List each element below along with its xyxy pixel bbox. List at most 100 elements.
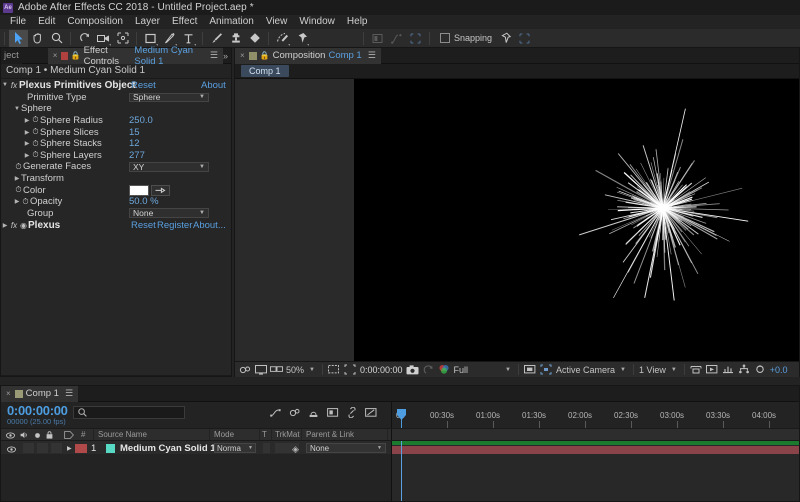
chevron-down-icon[interactable]: ▼ [309,367,315,373]
layer-lock-toggle[interactable] [51,443,62,453]
comp-mini-flowchart-icon[interactable] [326,406,339,419]
column-header-index[interactable]: # [81,430,85,439]
effect-header-plexus[interactable]: ▶ fx ◉ Plexus Reset Register About... [1,219,231,232]
roto-brush-tool[interactable] [273,30,292,47]
selection-tool[interactable] [9,29,28,47]
brush-tool[interactable] [207,30,226,47]
stopwatch-icon[interactable]: ⏱ [31,139,40,149]
resolution-value[interactable]: Full [454,365,469,375]
property-sphere-layers[interactable]: ▶ ⏱ Sphere Layers 277 [1,149,231,161]
snap-grid-icon[interactable] [515,30,534,47]
fast-previews-icon[interactable] [706,363,719,376]
stopwatch-icon[interactable]: ⏱ [31,150,40,160]
tab-timeline-comp1[interactable]: × Comp 1 ☰ [1,385,79,402]
tab-composition[interactable]: × 🔒 Composition Comp 1 ☰ [235,47,381,64]
timeline-search-field[interactable] [73,406,185,419]
menu-window[interactable]: Window [293,15,341,29]
twirl-right-icon[interactable]: ▶ [23,140,31,147]
property-value[interactable]: 50.0 % [129,196,159,207]
snapping-toggle[interactable]: Snapping [440,33,492,43]
zoom-level-value[interactable]: 50% [286,365,304,375]
property-sphere-radius[interactable]: ▶ ⏱ Sphere Radius 250.0 [1,115,231,127]
menu-view[interactable]: View [260,15,294,29]
link-icon[interactable] [345,406,358,419]
menu-help[interactable]: Help [341,15,374,29]
close-icon[interactable]: × [6,389,11,398]
property-group-select[interactable]: Group None ▼ [1,207,231,219]
menu-file[interactable]: File [4,15,32,29]
column-header-mode[interactable]: Mode [214,430,234,439]
layer-mode-select[interactable]: Norma ▼ [214,443,256,453]
grid-guides-icon[interactable] [328,363,341,376]
motion-blur-switch-icon[interactable] [288,406,301,419]
hide-shy-layers-icon[interactable] [364,406,377,419]
composition-canvas[interactable] [354,79,799,361]
main-view-icon[interactable] [254,363,267,376]
anchor-grid-icon[interactable] [406,30,425,47]
property-sphere-slices[interactable]: ▶ ⏱ Sphere Slices 15 [1,126,231,138]
close-icon[interactable]: × [240,51,245,60]
twirl-right-icon[interactable]: ▶ [13,198,21,205]
column-header-parent-link[interactable]: Parent & Link [306,430,354,439]
stopwatch-icon[interactable]: ⏱ [31,115,40,125]
snap-point-icon[interactable] [496,30,515,47]
lock-icon[interactable]: 🔒 [260,51,270,60]
close-icon[interactable]: × [53,51,58,60]
3d-view-popup-icon[interactable] [540,363,553,376]
panel-menu-icon[interactable]: ☰ [210,50,218,61]
eyedropper-icon[interactable] [151,184,170,196]
plexus-register-link[interactable]: Register [157,220,192,231]
column-header-trkmat[interactable]: TrkMat [275,430,300,439]
graph-editor-icon[interactable] [269,406,282,419]
menu-layer[interactable]: Layer [129,15,166,29]
chevron-down-icon[interactable]: ▼ [671,367,677,373]
twirl-down-icon[interactable]: ▼ [13,106,21,112]
property-group-transform[interactable]: ▶ Transform [1,173,231,185]
layer-audio-toggle[interactable] [23,443,34,453]
property-primitive-type[interactable]: Primitive Type Sphere ▼ [1,92,231,104]
menu-edit[interactable]: Edit [32,15,61,29]
lock-icon[interactable]: 🔒 [71,51,81,60]
brainstorm-icon[interactable] [307,406,320,419]
snapping-checkbox[interactable] [440,33,450,43]
layer-t-cell[interactable] [263,443,270,453]
exposure-reset-icon[interactable] [754,363,767,376]
timeline-track-area[interactable] [391,441,799,455]
timeline-link-icon[interactable] [722,363,735,376]
view-layout-value[interactable]: 1 View [639,365,666,375]
menu-effect[interactable]: Effect [166,15,203,29]
layer-solo-toggle[interactable] [37,443,48,453]
exposure-value[interactable]: +0.0 [770,365,788,375]
viewer-tab-comp1[interactable]: Comp 1 [241,65,289,77]
panel-menu-icon[interactable]: ☰ [65,388,73,399]
twirl-right-icon[interactable]: ▶ [23,129,31,136]
viewer-timecode[interactable]: 0:00:00:00 [360,365,403,375]
snapshot-camera-icon[interactable] [406,363,419,376]
tab-project[interactable]: ject [1,47,22,64]
stopwatch-icon[interactable]: ⏱ [21,197,30,207]
property-sphere-stacks[interactable]: ▶ ⏱ Sphere Stacks 12 [1,138,231,150]
timeline-empty-track-area[interactable] [391,454,799,501]
region-of-interest-icon[interactable] [344,363,357,376]
layer-label-color[interactable] [75,444,87,453]
stopwatch-icon[interactable]: ⏱ [31,127,40,137]
effect-header-plexus-primitives[interactable]: ▼ fx Plexus Primitives Object Reset Abou… [1,79,231,92]
transparency-grid-icon[interactable] [524,363,537,376]
dual-view-icon[interactable] [270,363,283,376]
timeline-current-timecode[interactable]: 0:00:00:00 [1,402,68,417]
column-header-t[interactable]: T [262,430,267,439]
twirl-right-icon[interactable]: ▶ [23,152,31,159]
panel-menu-icon[interactable]: ☰ [368,50,376,61]
effect-reset-link[interactable]: Reset [131,80,156,91]
layer-twirl-icon[interactable]: ▶ [67,445,72,452]
color-swatch[interactable] [129,184,149,196]
group-select[interactable]: None ▼ [129,208,209,218]
chevron-down-icon[interactable]: ▼ [620,367,626,373]
effect-about-link[interactable]: About [201,80,226,91]
twirl-right-icon[interactable]: ▶ [1,222,9,229]
comp-flowchart-icon[interactable] [738,363,751,376]
property-value[interactable]: 277 [129,150,145,161]
channel-rgb-icon[interactable] [438,363,451,376]
column-header-source-name[interactable]: Source Name [98,430,147,439]
twirl-right-icon[interactable]: ▶ [23,117,31,124]
